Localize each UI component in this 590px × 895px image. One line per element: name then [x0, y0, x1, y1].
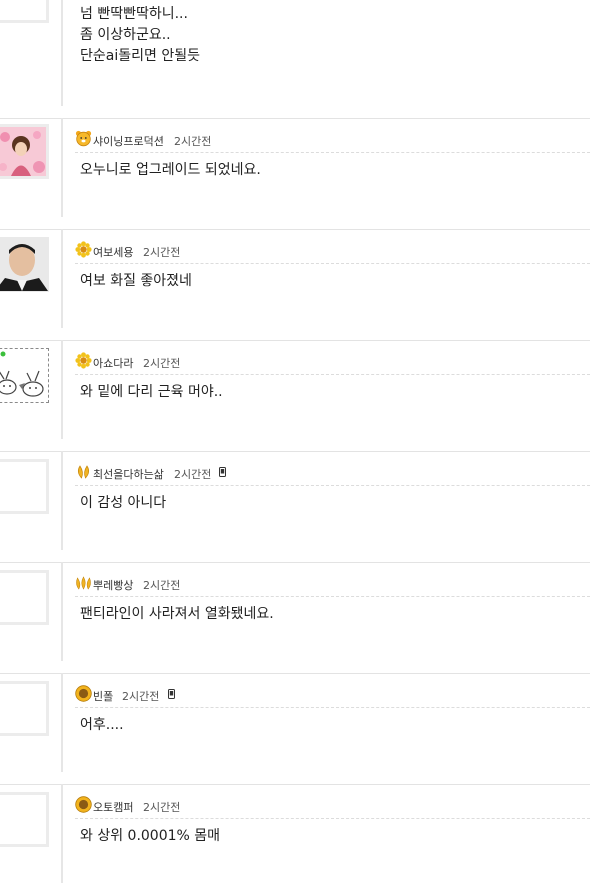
- thread-line: [61, 340, 63, 439]
- avatar[interactable]: [0, 348, 49, 403]
- comment-item: 여보세용 2시간전 여보 화질 좋아졌네: [0, 229, 590, 341]
- sunflower-icon: [75, 352, 92, 369]
- comment-header: 샤이닝프로덕션 2시간전: [75, 126, 590, 153]
- comment-text: 와 상위 0.0001% 몸매: [80, 828, 221, 844]
- sunflower-icon: [75, 241, 92, 258]
- comment-text: 여보 화질 좋아졌네: [80, 273, 192, 289]
- thread-line: [61, 229, 63, 328]
- thread-line: [61, 0, 63, 106]
- thread-line: [61, 673, 63, 772]
- thread-line: [61, 562, 63, 661]
- timestamp: 2시간전: [143, 246, 181, 259]
- avatar[interactable]: [0, 459, 49, 514]
- author-name[interactable]: 최선을다하는삶: [93, 466, 164, 482]
- thread-line: [61, 784, 63, 883]
- comment-text: 어후....: [80, 717, 124, 733]
- timestamp: 2시간전: [143, 801, 181, 814]
- avatar[interactable]: [0, 0, 49, 23]
- timestamp: 2시간전: [174, 135, 212, 148]
- comment-text: 오누니로 업그레이드 되었네요.: [80, 162, 261, 178]
- thread-line: [61, 118, 63, 217]
- sun-medal-icon: [75, 685, 92, 702]
- author-name[interactable]: 여보세용: [93, 244, 133, 260]
- author-name[interactable]: 아쇼다라: [93, 355, 133, 371]
- comment-header: 여보세용 2시간전: [75, 237, 590, 264]
- comment-item: 뿌레빵상 2시간전 팬티라인이 사라져서 열화됐네요.: [0, 562, 590, 674]
- comment-item: 아쇼다라 2시간전 와 밑에 다리 근육 머야..: [0, 340, 590, 452]
- comment-text: 팬티라인이 사라져서 열화됐네요.: [80, 606, 274, 622]
- avatar[interactable]: [0, 124, 49, 179]
- author-name[interactable]: 오토캠퍼: [93, 799, 133, 815]
- sun-medal-icon: [75, 796, 92, 813]
- comment-text: 넘 빤딱빤딱하니... 좀 이상하군요.. 단순ai돌리면 안될듯: [80, 6, 200, 64]
- timestamp: 2시간전: [143, 357, 181, 370]
- timestamp: 2시간전: [174, 468, 212, 481]
- comment-list: 넘 빤딱빤딱하니... 좀 이상하군요.. 단순ai돌리면 안될듯 샤이닝프로덕…: [0, 0, 590, 883]
- triple-leaf-icon: [76, 576, 91, 590]
- comment-item: 넘 빤딱빤딱하니... 좀 이상하군요.. 단순ai돌리면 안될듯: [0, 0, 590, 119]
- avatar[interactable]: [0, 570, 49, 625]
- comment-text: 와 밑에 다리 근육 머야..: [80, 384, 223, 400]
- comment-header: 뿌레빵상 2시간전: [75, 570, 590, 597]
- comment-header: 오토캠퍼 2시간전: [75, 792, 590, 819]
- comment-header: 최선을다하는삶 2시간전: [75, 459, 590, 486]
- comment-header: 아쇼다라 2시간전: [75, 348, 590, 375]
- author-name[interactable]: 뿌레빵상: [93, 577, 133, 593]
- avatar[interactable]: [0, 681, 49, 736]
- bear-face-icon: [75, 130, 92, 147]
- comment-item: 샤이닝프로덕션 2시간전 오누니로 업그레이드 되었네요.: [0, 118, 590, 230]
- double-leaf-icon: [77, 465, 90, 479]
- avatar[interactable]: [0, 792, 49, 847]
- mobile-phone-icon: [168, 689, 175, 699]
- comment-text: 이 감성 아니다: [80, 495, 167, 511]
- comment-item: 오토캠퍼 2시간전 와 상위 0.0001% 몸매: [0, 784, 590, 895]
- author-name[interactable]: 샤이닝프로덕션: [93, 133, 164, 149]
- avatar[interactable]: [0, 237, 49, 292]
- author-name[interactable]: 빈폴: [93, 688, 113, 704]
- comment-item: 빈폴 2시간전 어후....: [0, 673, 590, 785]
- mobile-phone-icon: [219, 467, 226, 477]
- timestamp: 2시간전: [122, 690, 160, 703]
- thread-line: [61, 451, 63, 550]
- timestamp: 2시간전: [143, 579, 181, 592]
- comment-item: 최선을다하는삶 2시간전 이 감성 아니다: [0, 451, 590, 563]
- comment-header: 빈폴 2시간전: [75, 681, 590, 708]
